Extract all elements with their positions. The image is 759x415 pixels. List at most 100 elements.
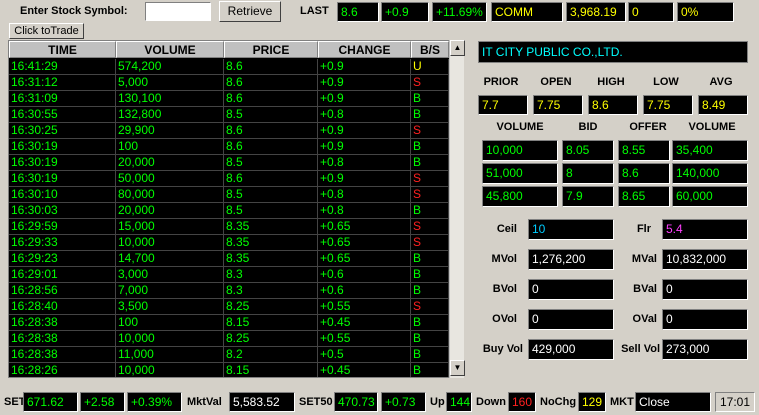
market-status: Close	[635, 392, 711, 412]
bid-price-value: 8	[562, 163, 614, 184]
offer-price-value: 8.65	[618, 186, 670, 207]
oval-value: 0	[662, 309, 748, 330]
cell-bs: B	[411, 283, 449, 299]
stock-symbol-input[interactable]	[145, 2, 211, 21]
table-row[interactable]: 16:31:12 5,000 8.6 +0.9 S	[9, 75, 449, 91]
cell-bs: B	[411, 251, 449, 267]
cell-price: 8.25	[224, 299, 318, 315]
table-row[interactable]: 16:28:38 11,000 8.2 +0.5 B	[9, 347, 449, 363]
cell-time: 16:28:26	[9, 363, 116, 377]
cell-time: 16:30:19	[9, 155, 116, 171]
table-scrollbar[interactable]: ▲ ▼	[449, 40, 465, 378]
prior-label: PRIOR	[483, 76, 519, 88]
table-row[interactable]: 16:29:59 15,000 8.35 +0.65 S	[9, 219, 449, 235]
cell-bs: S	[411, 123, 449, 139]
cell-change: +0.6	[318, 267, 411, 283]
table-row[interactable]: 16:28:40 3,500 8.25 +0.55 S	[9, 299, 449, 315]
cell-volume: 132,800	[116, 107, 224, 123]
table-row[interactable]: 16:30:19 100 8.6 +0.9 B	[9, 139, 449, 155]
bid-volume-label: VOLUME	[496, 121, 544, 133]
cell-price: 8.35	[224, 235, 318, 251]
avg-value: 8.49	[698, 95, 748, 115]
mvol-value: 1,276,200	[528, 249, 614, 270]
cell-bs: S	[411, 171, 449, 187]
open-value: 7.75	[533, 95, 583, 115]
bid-volume-value: 51,000	[482, 163, 558, 184]
table-row[interactable]: 16:29:33 10,000 8.35 +0.65 S	[9, 235, 449, 251]
up-label: Up	[430, 396, 445, 408]
cell-bs: S	[411, 75, 449, 91]
cell-time: 16:28:40	[9, 299, 116, 315]
table-row[interactable]: 16:28:26 10,000 8.15 +0.45 B	[9, 363, 449, 377]
ceil-value: 10	[528, 219, 614, 240]
cell-price: 8.15	[224, 363, 318, 377]
table-row[interactable]: 16:28:38 100 8.15 +0.45 B	[9, 315, 449, 331]
col-header-bs[interactable]: B/S	[411, 41, 449, 58]
table-row[interactable]: 16:30:10 80,000 8.5 +0.8 S	[9, 187, 449, 203]
click-to-trade-button[interactable]: Click toTrade	[9, 23, 84, 39]
cell-volume: 15,000	[116, 219, 224, 235]
table-row[interactable]: 16:29:01 3,000 8.3 +0.6 B	[9, 267, 449, 283]
col-header-change[interactable]: CHANGE	[318, 41, 411, 58]
cell-price: 8.5	[224, 155, 318, 171]
table-row[interactable]: 16:30:55 132,800 8.5 +0.8 B	[9, 107, 449, 123]
cell-volume: 3,000	[116, 267, 224, 283]
table-row[interactable]: 16:28:38 10,000 8.25 +0.55 B	[9, 331, 449, 347]
low-value: 7.75	[643, 95, 693, 115]
cell-volume: 10,000	[116, 331, 224, 347]
table-row[interactable]: 16:41:29 574,200 8.6 +0.9 U	[9, 59, 449, 75]
table-row[interactable]: 16:30:19 50,000 8.6 +0.9 S	[9, 171, 449, 187]
cell-change: +0.65	[318, 219, 411, 235]
last-change: +0.9	[381, 2, 429, 22]
cell-bs: B	[411, 363, 449, 377]
ovol-value: 0	[528, 309, 614, 330]
comm-value: 3,968.19	[566, 2, 626, 22]
cell-price: 8.15	[224, 315, 318, 331]
cell-change: +0.6	[318, 283, 411, 299]
prior-value: 7.7	[478, 95, 528, 115]
cell-bs: B	[411, 139, 449, 155]
cell-price: 8.35	[224, 219, 318, 235]
set-percent: +0.39%	[127, 392, 182, 412]
cell-time: 16:29:01	[9, 267, 116, 283]
set50-label: SET50	[299, 396, 333, 408]
col-header-price[interactable]: PRICE	[224, 41, 318, 58]
mval-value: 10,832,000	[662, 249, 748, 270]
table-row[interactable]: 16:30:03 20,000 8.5 +0.8 B	[9, 203, 449, 219]
cell-time: 16:30:55	[9, 107, 116, 123]
bval-label: BVal	[633, 283, 657, 295]
nochg-count: 129	[578, 392, 606, 412]
retrieve-button[interactable]: Retrieve	[219, 1, 281, 22]
cell-volume: 100	[116, 315, 224, 331]
sell-vol-label: Sell Vol	[621, 343, 660, 355]
scroll-up-arrow-icon[interactable]: ▲	[450, 40, 465, 56]
cell-change: +0.9	[318, 139, 411, 155]
down-label: Down	[476, 396, 506, 408]
cell-bs: B	[411, 267, 449, 283]
scroll-down-arrow-icon[interactable]: ▼	[450, 360, 465, 376]
oval-label: OVal	[632, 313, 657, 325]
cell-price: 8.35	[224, 251, 318, 267]
symbol-label: Enter Stock Symbol:	[20, 5, 128, 17]
table-header: TIME VOLUME PRICE CHANGE B/S	[9, 41, 449, 58]
bid-price-value: 8.05	[562, 140, 614, 161]
cell-change: +0.9	[318, 75, 411, 91]
cell-change: +0.8	[318, 107, 411, 123]
col-header-time[interactable]: TIME	[9, 41, 116, 58]
table-row[interactable]: 16:28:56 7,000 8.3 +0.6 B	[9, 283, 449, 299]
cell-price: 8.6	[224, 75, 318, 91]
table-row[interactable]: 16:29:23 14,700 8.35 +0.65 B	[9, 251, 449, 267]
table-row[interactable]: 16:30:25 29,900 8.6 +0.9 S	[9, 123, 449, 139]
cell-price: 8.2	[224, 347, 318, 363]
cell-price: 8.25	[224, 331, 318, 347]
cell-volume: 100	[116, 139, 224, 155]
cell-change: +0.9	[318, 91, 411, 107]
col-header-volume[interactable]: VOLUME	[116, 41, 224, 58]
table-row[interactable]: 16:31:09 130,100 8.6 +0.9 B	[9, 91, 449, 107]
table-row[interactable]: 16:30:19 20,000 8.5 +0.8 B	[9, 155, 449, 171]
avg-label: AVG	[709, 76, 733, 88]
last-percent: +11.69%	[432, 2, 487, 22]
cell-time: 16:31:09	[9, 91, 116, 107]
cell-price: 8.6	[224, 59, 318, 75]
cell-bs: S	[411, 219, 449, 235]
